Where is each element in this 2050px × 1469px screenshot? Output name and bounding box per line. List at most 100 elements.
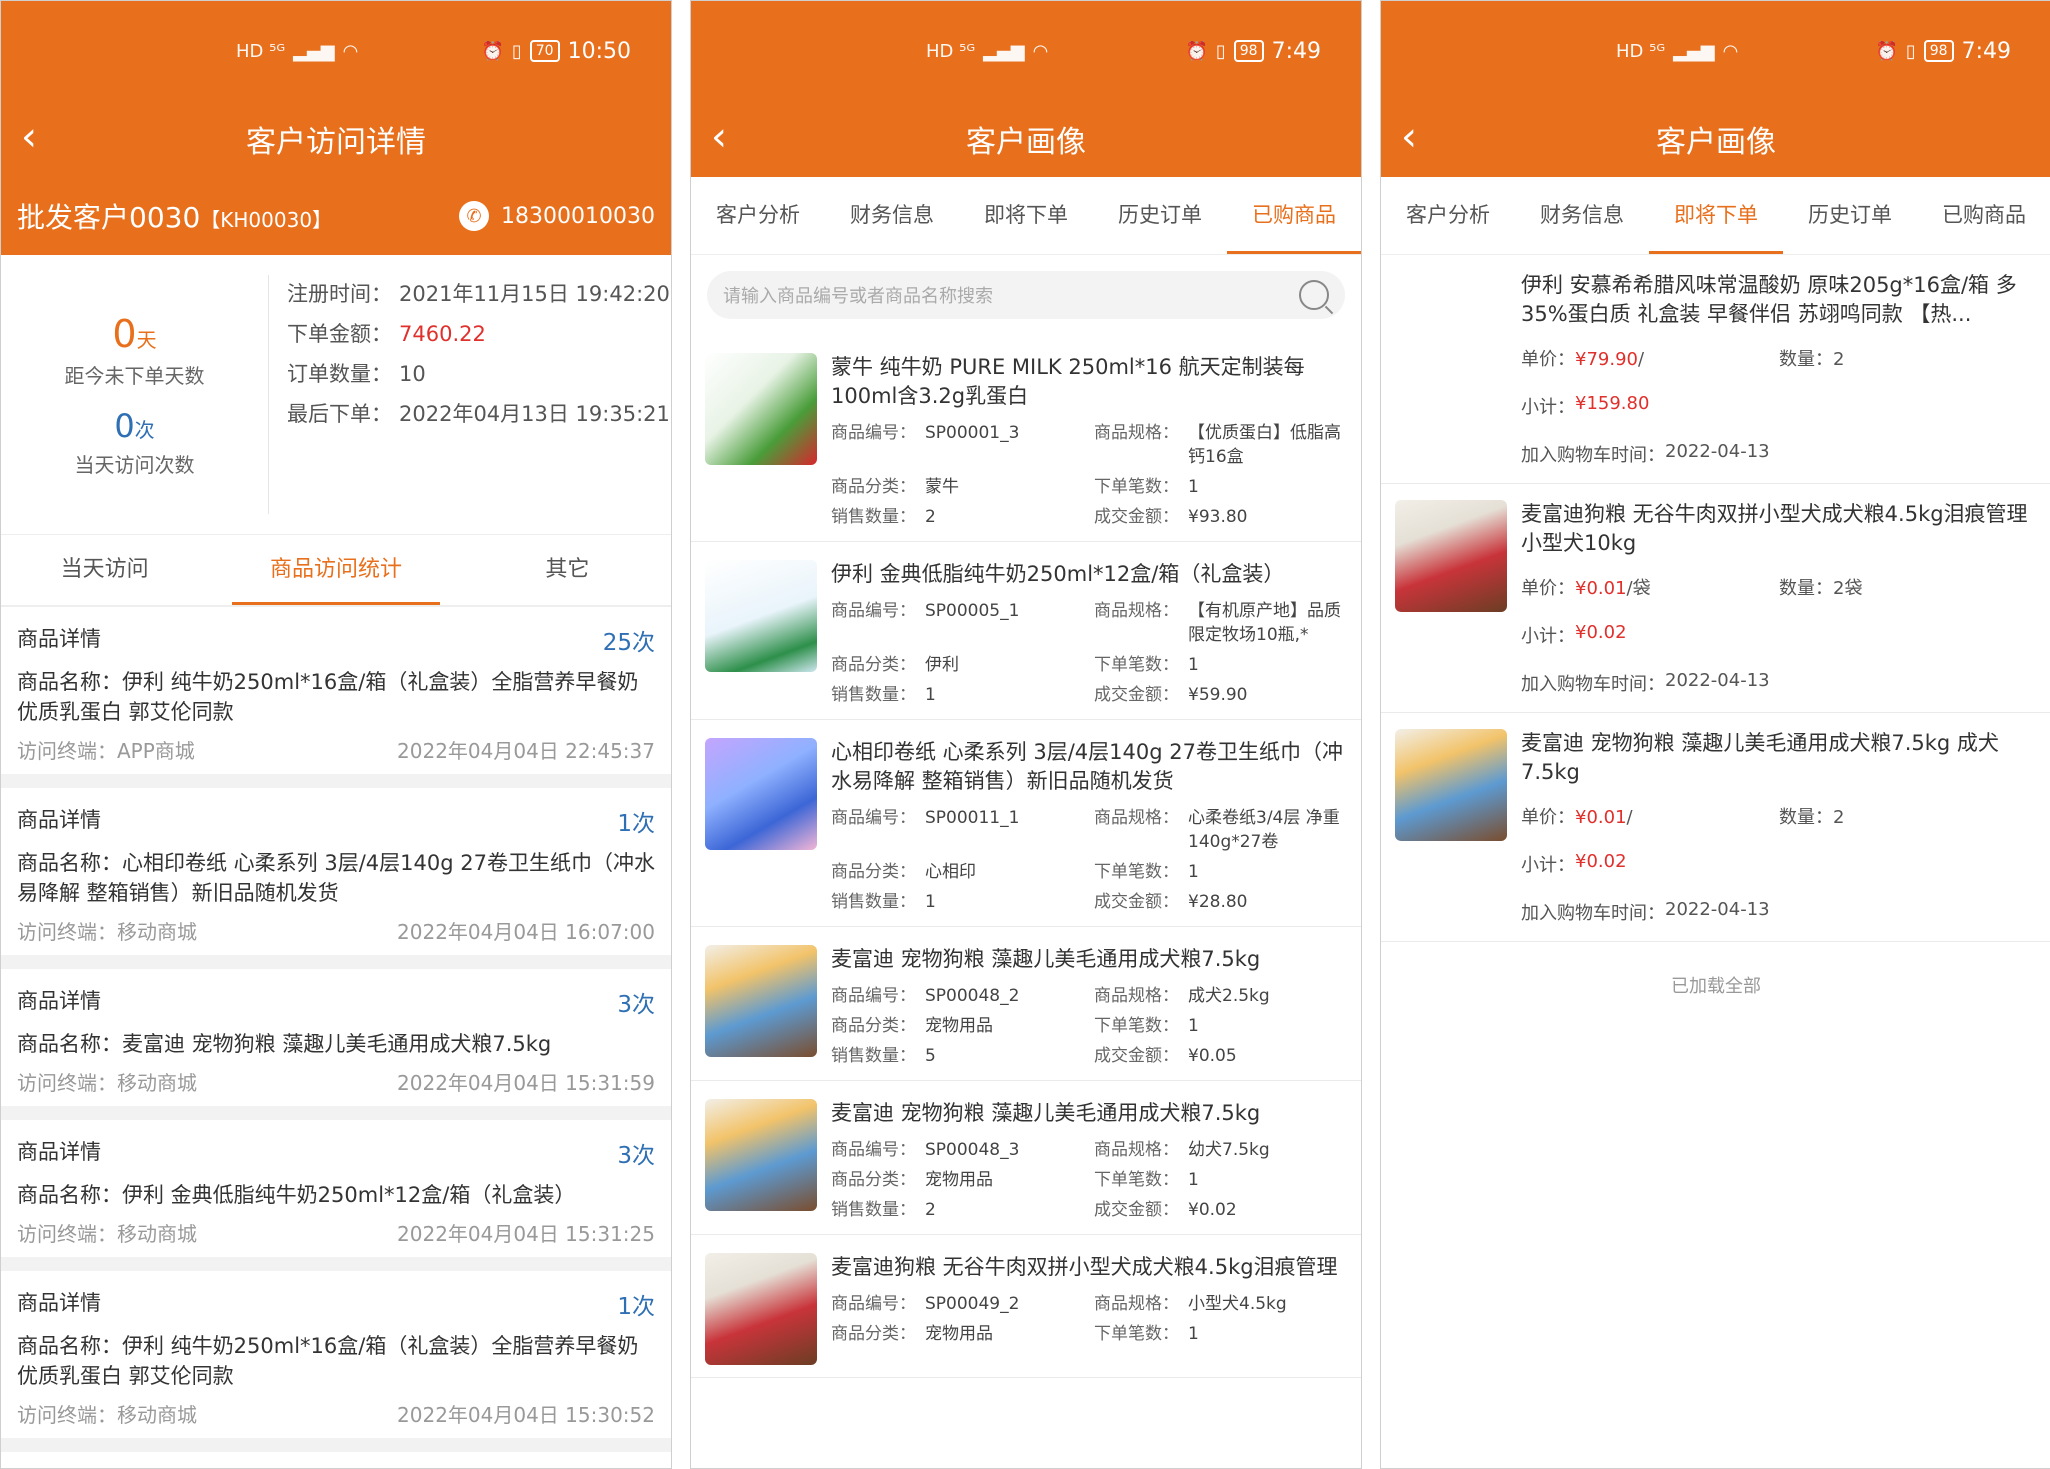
product-amount: ¥0.05 [1188,1046,1237,1066]
list-item[interactable]: 商品详情 1次 商品名称：伊利 纯牛奶250ml*16盒/箱（礼盒装）全脂营养早餐… [1,1271,671,1452]
info-row: 最后下单： 2022年04月13日 19:35:21 [287,401,671,427]
product-item[interactable]: 麦富迪狗粮 无谷牛肉双拼小型犬成犬粮4.5kg泪痕管理 商品编号： SP00049… [691,1235,1361,1378]
title-bar: ‹ 客户访问详情 [1,101,671,177]
product-orders: 1 [1188,1016,1199,1036]
tab-customer-analysis[interactable]: 客户分析 [1381,177,1515,254]
tab-product-visit-stats[interactable]: 商品访问统计 [232,535,440,605]
wifi-icon: ◠ [1032,40,1049,62]
chevron-left-icon[interactable]: ‹ [1401,115,1449,163]
signal-icon: ▂▄▆ [1673,40,1715,62]
tab-purchased-products[interactable]: 已购商品 [1917,177,2050,254]
tab-order-history[interactable]: 历史订单 [1783,177,1917,254]
visit-count: 1次 [617,1294,655,1320]
qty-label: 数量： [1779,349,1833,370]
field-label: 下单笔数： [1094,1324,1179,1344]
tab-upcoming-orders[interactable]: 即将下单 [1649,177,1783,254]
list-item[interactable]: 商品详情 1次 商品名称：心相印卷纸 心柔系列 3层/4层140g 27卷卫生纸巾… [1,788,671,969]
field-label: 商品编号： [831,601,916,621]
info-key: 最后下单： [287,402,392,426]
field-label: 商品分类： [831,1170,916,1190]
title-bar: ‹ 客户画像 [1381,101,2050,177]
field-label: 商品分类： [831,1016,916,1036]
tab-finance[interactable]: 财务信息 [1515,177,1649,254]
tab-upcoming-orders[interactable]: 即将下单 [959,177,1093,254]
field-label: 商品规格： [1094,1294,1179,1314]
loaded-all-text: 已加载全部 [1671,976,1761,997]
product-name: 麦富迪 宠物狗粮 藻趣儿美毛通用成犬粮7.5kg 成犬7.5kg [1521,731,1999,784]
product-code: SP00011_1 [925,808,1020,828]
field-label: 商品分类： [831,655,916,675]
tab-today-visits[interactable]: 当天访问 [1,535,208,605]
added-date: 2022-04-13 [1665,899,1770,920]
chevron-left-icon[interactable]: ‹ [711,115,759,163]
product-item[interactable]: 蒙牛 纯牛奶 PURE MILK 250ml*16 航天定制装每100ml含3.… [691,335,1361,542]
product-spec: 【有机原产地】品质限定牧场10瓶,* [1188,601,1341,645]
subtotal: ¥159.80 [1575,393,1650,414]
field-label: 销售数量： [831,892,916,912]
phone-screen-visit-detail: HD ⁵ᴳ ▂▄▆ ◠ ⏰ ▯ 70 10:50 ‹ 客户访问详情 批发客户0030【KH… [0,0,672,1469]
search-icon[interactable] [1299,280,1329,310]
portrait-tabs: 客户分析 财务信息 即将下单 历史订单 已购商品 [691,177,1361,255]
page-title: 客户访问详情 [246,125,426,160]
image-placeholder [1395,271,1521,467]
product-category: 蒙牛 [925,477,959,497]
added-date: 2022-04-13 [1665,670,1770,691]
battery-icon: 70 [529,40,560,62]
alarm-icon: ⏰ [1185,40,1208,62]
phone-link[interactable]: ✆ 18300010030 [459,201,655,231]
field-label: 商品规格： [1094,986,1179,1006]
product-code: SP00005_1 [925,601,1020,621]
tab-finance[interactable]: 财务信息 [825,177,959,254]
customer-header: 批发客户0030【KH00030】 ✆ 18300010030 [1,177,671,255]
search-input[interactable]: 请输入商品编号或者商品名称搜索 [707,271,1345,319]
tab-other[interactable]: 其它 [464,535,671,605]
product-item[interactable]: 伊利 金典低脂纯牛奶250ml*12盒/箱（礼盒装） 商品编号： SP00005_… [691,542,1361,720]
visit-title: 商品详情 [17,989,101,1013]
field-label: 下单笔数： [1094,1016,1179,1036]
qty-label: 数量： [1779,807,1833,828]
price-label: 单价： [1521,578,1575,599]
visits-stat: 0次 [114,407,154,445]
list-item[interactable]: 伊利 安慕希希腊风味常温酸奶 原味205g*16盒/箱 多35%蛋白质 礼盒装 … [1381,255,2050,484]
days-unit: 天 [136,327,157,352]
product-name: 麦富迪 宠物狗粮 藻趣儿美毛通用成犬粮7.5kg [831,947,1261,971]
info-row: 下单金额： 7460.22 [287,321,671,347]
field-label: 商品分类： [831,477,916,497]
product-name: 蒙牛 纯牛奶 PURE MILK 250ml*16 航天定制装每100ml含3.… [831,355,1305,408]
field-label: 下单笔数： [1094,1170,1179,1190]
visit-product-name: 商品名称：伊利 金典低脂纯牛奶250ml*12盒/箱（礼盒装） [17,1183,576,1207]
list-item[interactable]: 麦富迪狗粮 无谷牛肉双拼小型犬成犬粮4.5kg泪痕管理 小型犬10kg 单价：¥… [1381,484,2050,713]
phone-icon: ✆ [459,201,490,231]
visit-title: 商品详情 [17,1291,101,1315]
subtotal: ¥0.02 [1575,851,1627,872]
product-name: 伊利 金典低脂纯牛奶250ml*12盒/箱（礼盒装） [831,562,1285,586]
chevron-left-icon[interactable]: ‹ [21,115,69,163]
header-area: HD ⁵ᴳ ▂▄▆ ◠ ⏰ ▯ 98 7:49 ‹ 客户画像 [691,1,1361,177]
list-item[interactable]: 麦富迪 宠物狗粮 藻趣儿美毛通用成犬粮7.5kg 成犬7.5kg 单价：¥0.0… [1381,713,2050,942]
network-icon: HD ⁵ᴳ [236,40,286,62]
field-label: 下单笔数： [1094,655,1179,675]
wifi-icon: ◠ [342,40,359,62]
field-label: 销售数量： [831,1046,916,1066]
list-item[interactable]: 商品详情 3次 商品名称：麦富迪 宠物狗粮 藻趣儿美毛通用成犬粮7.5kg 访问终… [1,969,671,1120]
product-item[interactable]: 麦富迪 宠物狗粮 藻趣儿美毛通用成犬粮7.5kg 商品编号： SP00048_3 … [691,1081,1361,1235]
product-name: 麦富迪狗粮 无谷牛肉双拼小型犬成犬粮4.5kg泪痕管理 [831,1255,1338,1279]
qty-label: 数量： [1779,578,1833,599]
phone-number: 18300010030 [501,203,655,229]
list-item[interactable]: 商品详情 3次 商品名称：伊利 金典低脂纯牛奶250ml*12盒/箱（礼盒装） 访… [1,1120,671,1271]
product-name: 心相印卷纸 心柔系列 3层/4层140g 27卷卫生纸巾（冲水易降解 整箱销售）… [831,740,1343,793]
tab-order-history[interactable]: 历史订单 [1093,177,1227,254]
product-category: 宠物用品 [925,1016,993,1036]
visit-time: 2022年04月04日 15:31:25 [397,1222,655,1246]
product-item[interactable]: 心相印卷纸 心柔系列 3层/4层140g 27卷卫生纸巾（冲水易降解 整箱销售）… [691,720,1361,927]
phone-screen-upcoming-orders: HD ⁵ᴳ ▂▄▆ ◠ ⏰ ▯ 98 7:49 ‹ 客户画像 客户分析 财务信息 即将下单… [1380,0,2050,1469]
visit-list: 商品详情 25次 商品名称：伊利 纯牛奶250ml*16盒/箱（礼盒装）全脂营养早… [1,607,671,1452]
product-item[interactable]: 麦富迪 宠物狗粮 藻趣儿美毛通用成犬粮7.5kg 商品编号： SP00048_2 … [691,927,1361,1081]
tab-purchased-products[interactable]: 已购商品 [1227,177,1361,254]
status-bar: HD ⁵ᴳ ▂▄▆ ◠ ⏰ ▯ 98 7:49 [691,1,1361,101]
tab-customer-analysis[interactable]: 客户分析 [691,177,825,254]
visit-count: 3次 [617,992,655,1018]
added-label: 加入购物车时间： [1521,674,1665,695]
list-item[interactable]: 商品详情 25次 商品名称：伊利 纯牛奶250ml*16盒/箱（礼盒装）全脂营养早… [1,607,671,788]
field-label: 销售数量： [831,685,916,705]
